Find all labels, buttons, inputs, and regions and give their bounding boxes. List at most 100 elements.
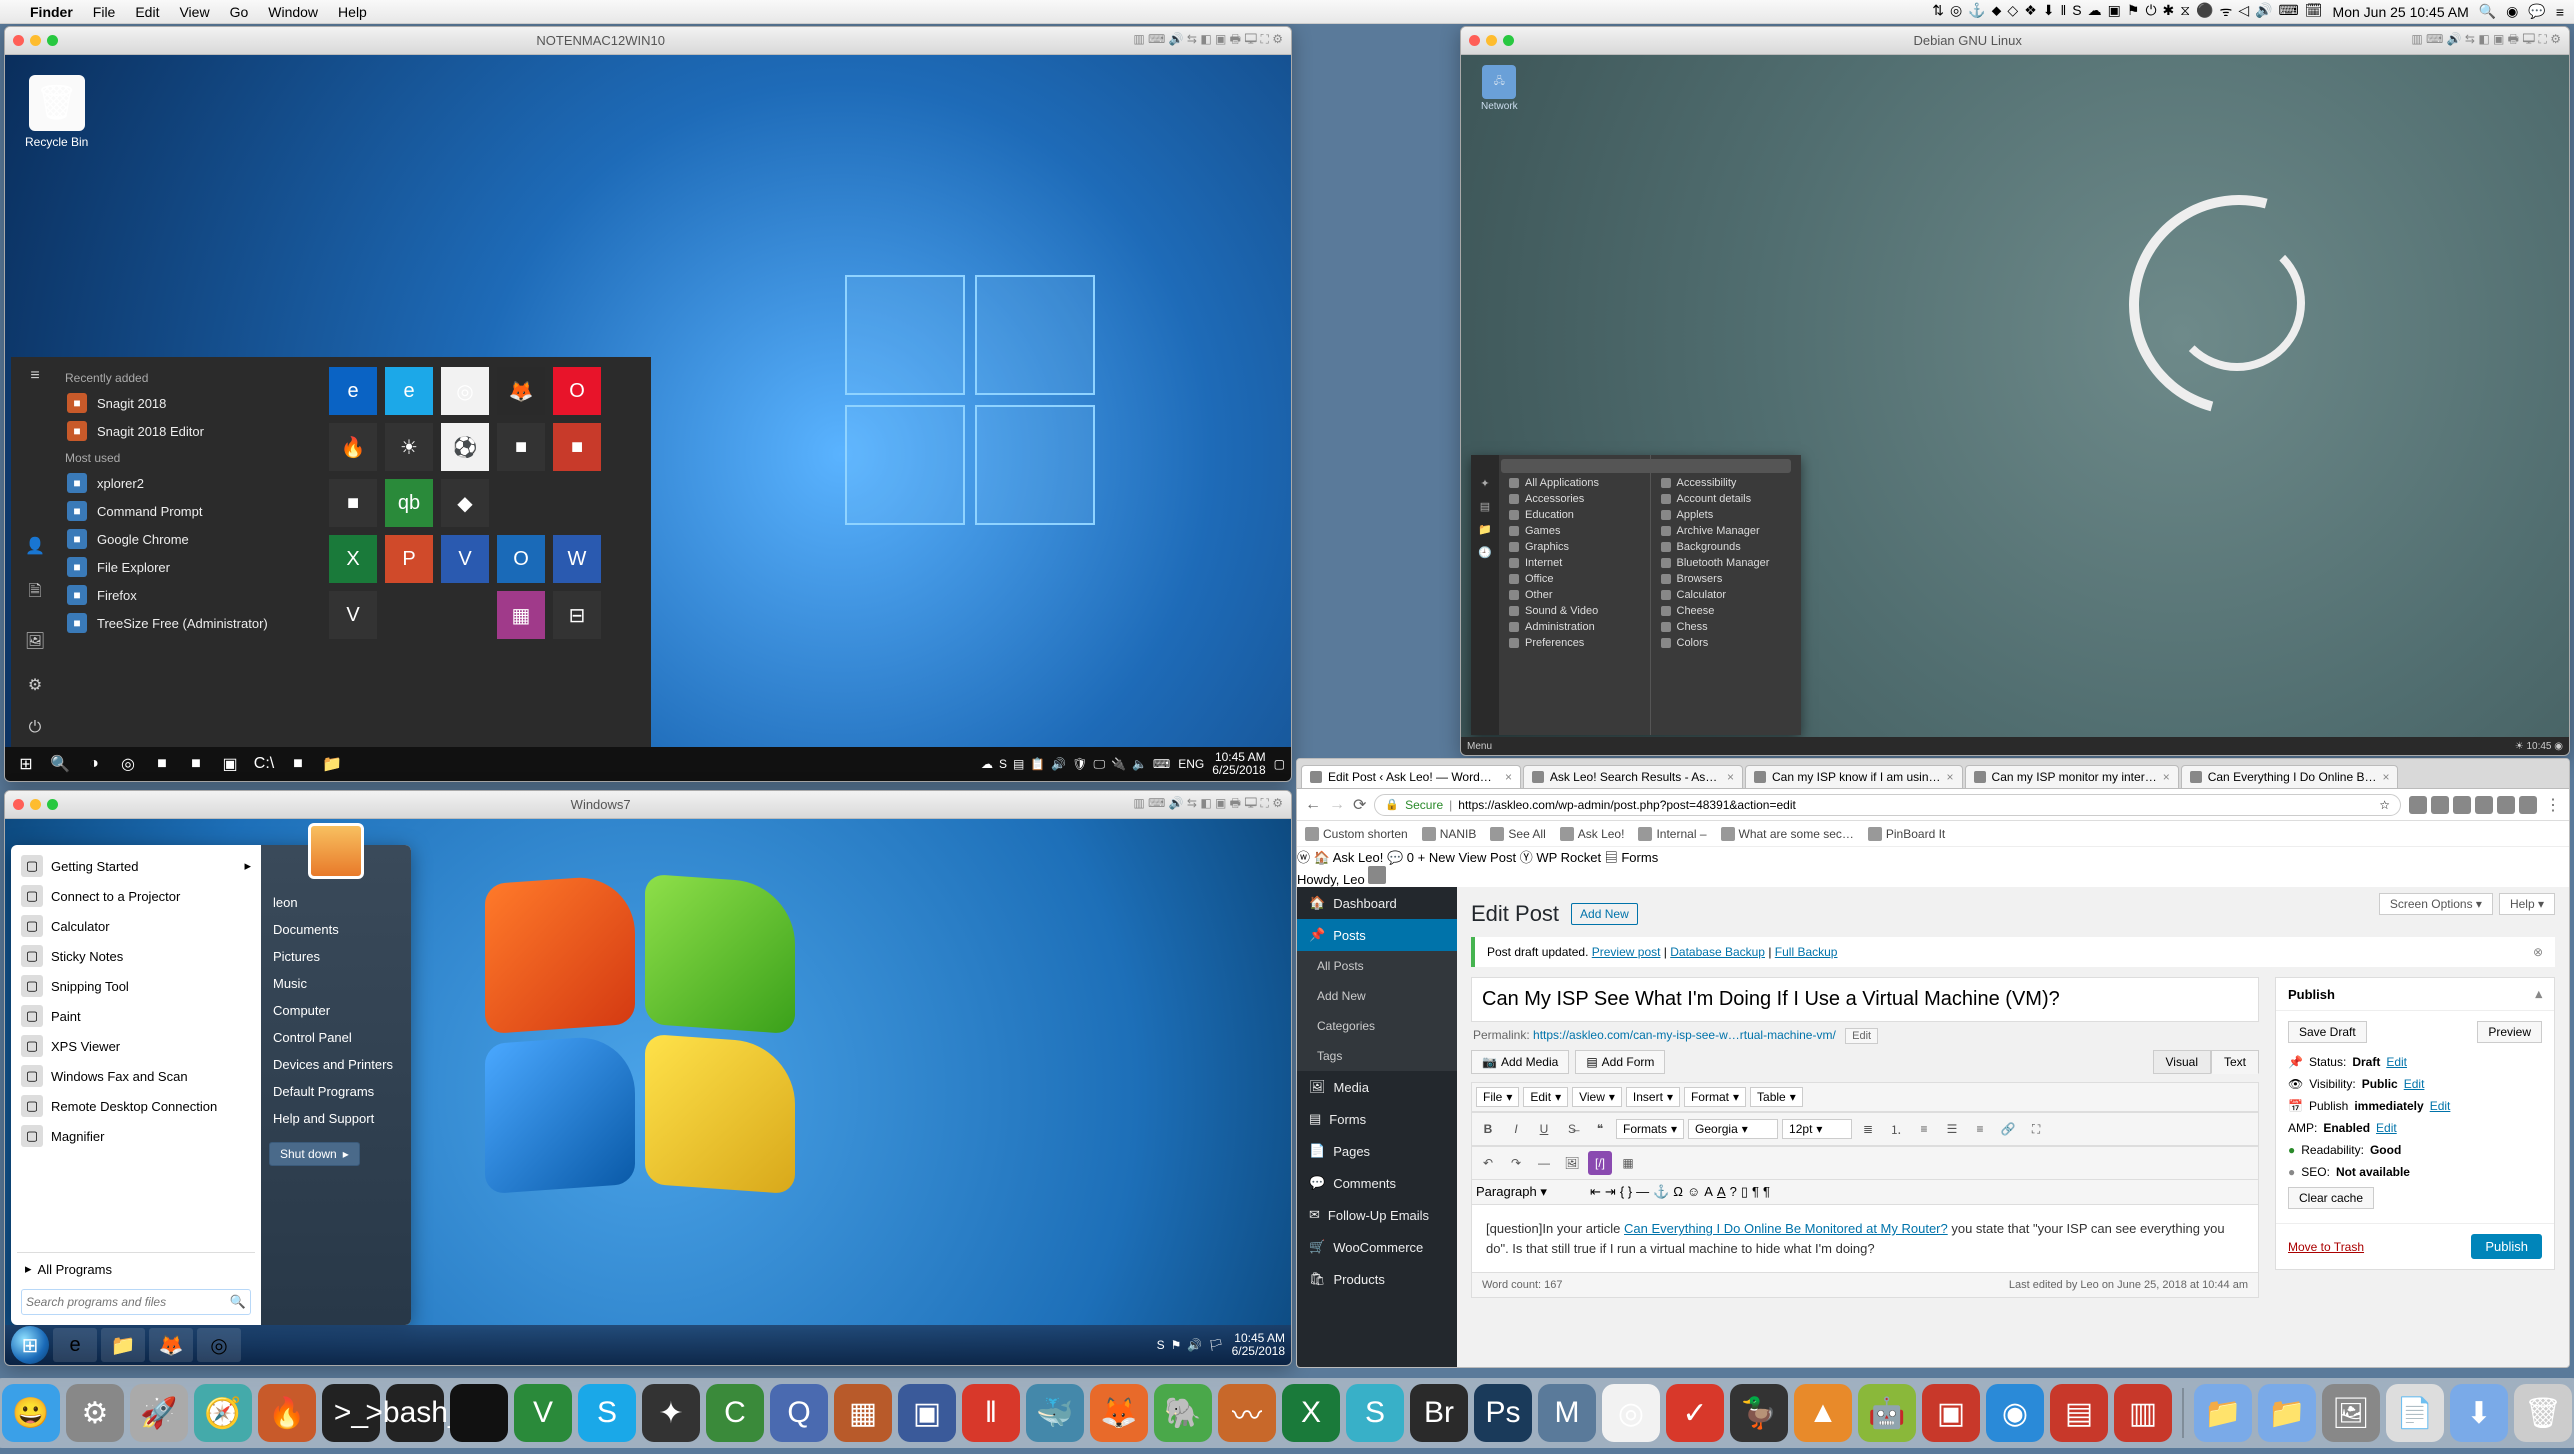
category-item[interactable]: Preferences — [1505, 635, 1644, 651]
wp-logo-icon[interactable]: ⓦ — [1297, 850, 1310, 865]
back-button[interactable]: ← — [1305, 796, 1321, 814]
tray-icon[interactable]: 🖵 — [1093, 757, 1105, 772]
start-tile[interactable]: qb — [385, 479, 433, 527]
start-tile[interactable]: ⚽ — [441, 423, 489, 471]
taskbar-pin[interactable]: 📁 — [101, 1328, 145, 1362]
close-icon[interactable] — [13, 35, 24, 46]
permalink-url[interactable]: https://askleo.com/can-my-isp-see-w…rtua… — [1533, 1028, 1836, 1042]
dock-vim[interactable]: V — [514, 1384, 572, 1442]
taskbar-item[interactable]: ◎ — [113, 750, 143, 778]
dock-vm3[interactable]: ▥ — [2114, 1384, 2172, 1442]
outdent-button[interactable]: ⇤ — [1590, 1184, 1601, 1200]
sidebar-item[interactable]: All Posts — [1297, 951, 1457, 981]
status-icon[interactable]: ◁ — [2238, 2, 2249, 21]
status-icon[interactable]: ☁ — [2088, 2, 2102, 21]
start-right-item[interactable]: Default Programs — [269, 1078, 403, 1105]
sidebar-item[interactable]: Add New — [1297, 981, 1457, 1011]
howdy[interactable]: Howdy, Leo — [1297, 866, 2569, 887]
taskbar-pin[interactable]: e — [53, 1328, 97, 1362]
dock-doc[interactable]: 📄 — [2386, 1384, 2444, 1442]
start-right-item[interactable]: Music — [269, 970, 403, 997]
shutdown-button[interactable]: Shut down ▸ — [269, 1142, 360, 1166]
category-item[interactable]: Accessories — [1505, 491, 1644, 507]
taskbar-item[interactable]: ■ — [283, 750, 313, 778]
start-right-item[interactable]: Computer — [269, 997, 403, 1024]
tab-close-icon[interactable]: × — [1727, 770, 1734, 784]
start-search[interactable]: 🔍 — [21, 1289, 251, 1315]
start-app-item[interactable]: ■xplorer2 — [65, 469, 313, 497]
category-item[interactable]: Games — [1505, 523, 1644, 539]
status-icon[interactable]: ⚫ — [2196, 2, 2213, 21]
forward-button[interactable]: → — [1329, 796, 1345, 814]
menubar-clock[interactable]: Mon Jun 25 10:45 AM — [2333, 4, 2469, 20]
panel-menu[interactable]: Menu — [1467, 741, 1492, 752]
status-icon[interactable]: ⧖ — [2180, 2, 2190, 21]
start-tile[interactable]: 🔥 — [329, 423, 377, 471]
new-link[interactable]: + New — [1418, 850, 1455, 865]
taskbar-item[interactable]: 📁 — [317, 750, 347, 778]
table-button[interactable]: ▦ — [1616, 1151, 1640, 1175]
start-tile[interactable]: e — [385, 367, 433, 415]
tray-icon[interactable]: ☁ — [981, 757, 993, 772]
comments-link[interactable]: 💬 0 — [1387, 850, 1414, 865]
start-right-item[interactable]: Control Panel — [269, 1024, 403, 1051]
hr-button[interactable]: — — [1532, 1151, 1556, 1175]
status-icon[interactable]: ⏻ — [2145, 2, 2156, 21]
tray-icon[interactable]: S — [999, 757, 1007, 772]
preview-button[interactable]: Preview — [2477, 1021, 2542, 1043]
start-tile[interactable] — [385, 591, 433, 639]
sidebar-item[interactable]: ✉Follow-Up Emails — [1297, 1199, 1457, 1231]
app-item[interactable]: Account details — [1657, 491, 1796, 507]
status-icon[interactable]: ⚑ — [2127, 2, 2140, 21]
notif-icon[interactable]: ≡ — [2556, 4, 2564, 20]
menu-help[interactable]: Help — [338, 4, 367, 20]
tab-text[interactable]: Text — [2211, 1050, 2259, 1074]
site-link[interactable]: 🏠 Ask Leo! — [1314, 850, 1384, 865]
start-app-item[interactable]: ■Command Prompt — [65, 497, 313, 525]
insert-menu[interactable]: Insert ▾ — [1626, 1087, 1680, 1107]
start-item[interactable]: ▢Connect to a Projector — [17, 881, 255, 911]
tab-close-icon[interactable]: × — [2382, 770, 2389, 784]
start-item[interactable]: ▢Paint — [17, 1001, 255, 1031]
preview-link[interactable]: Preview post — [1592, 945, 1661, 959]
dock-bridge[interactable]: Br — [1410, 1384, 1468, 1442]
url-field[interactable]: 🔒 Secure | https://askleo.com/wp-admin/p… — [1374, 794, 2401, 816]
start-app-item[interactable]: ■Google Chrome — [65, 525, 313, 553]
start-orb[interactable]: ⊞ — [11, 1326, 49, 1364]
format-menu[interactable]: Format ▾ — [1684, 1087, 1746, 1107]
tray-icon[interactable]: S — [1157, 1338, 1165, 1352]
dock-folder2[interactable]: 📁 — [2258, 1384, 2316, 1442]
status-icon[interactable]: ⌨ — [2279, 2, 2299, 21]
tray-icon[interactable]: 🏳 — [1208, 1338, 1223, 1352]
status-icon[interactable]: S — [2072, 2, 2081, 21]
redo-button[interactable]: ↷ — [1504, 1151, 1528, 1175]
start-right-item[interactable]: leon — [269, 889, 403, 916]
dock-parallels[interactable]: ‖ — [962, 1384, 1020, 1442]
browser-tab[interactable]: Can my ISP monitor my inter…× — [1965, 765, 2179, 788]
menu-file[interactable]: File — [93, 4, 116, 20]
link-button[interactable]: 🔗 — [1996, 1117, 2020, 1141]
dock-vm1[interactable]: ▣ — [1922, 1384, 1980, 1442]
fullscreen-button[interactable]: ⛶ — [2024, 1117, 2048, 1141]
post-title-input[interactable] — [1471, 977, 2259, 1022]
start-right-item[interactable]: Documents — [269, 916, 403, 943]
hamburger-icon[interactable]: ≡ — [30, 367, 39, 385]
close-icon[interactable] — [1469, 35, 1480, 46]
sidebar-item[interactable]: 🏠Dashboard — [1297, 887, 1457, 919]
undo-button[interactable]: ↶ — [1476, 1151, 1500, 1175]
status-icon[interactable]: ⬇ — [2043, 2, 2055, 21]
code-button[interactable]: { } — [1620, 1184, 1632, 1200]
tab-close-icon[interactable]: × — [1947, 770, 1954, 784]
align-left-button[interactable]: ≡ — [1912, 1117, 1936, 1141]
start-item[interactable]: ▢Getting Started▸ — [17, 851, 255, 881]
dock-launchpad[interactable]: 🚀 — [130, 1384, 188, 1442]
taskbar-item[interactable]: ⊞ — [11, 750, 41, 778]
start-tile[interactable]: O — [497, 535, 545, 583]
status-icon[interactable]: ❖ — [2024, 2, 2037, 21]
app-item[interactable]: Colors — [1657, 635, 1796, 651]
bg-color-button[interactable]: A — [1717, 1184, 1726, 1200]
edit-menu[interactable]: Edit ▾ — [1523, 1087, 1568, 1107]
user-icon[interactable]: ◉ — [2506, 3, 2518, 20]
para-button[interactable]: ▯ — [1741, 1184, 1748, 1200]
text-color-button[interactable]: A — [1704, 1184, 1713, 1200]
